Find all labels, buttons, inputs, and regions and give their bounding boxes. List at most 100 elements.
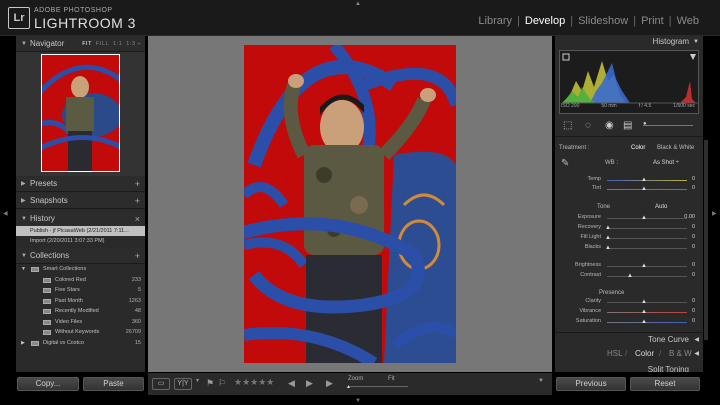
saturation-slider[interactable]: Saturation ▲ 0 [559, 318, 699, 327]
slider-knob[interactable]: ▲ [605, 225, 611, 231]
collection-item[interactable]: Colored Red 233 [16, 275, 145, 286]
bw-tab[interactable]: B & W [669, 347, 692, 361]
collections-header[interactable]: ▼ Collections + [16, 248, 145, 264]
zoom-slider-track[interactable] [348, 386, 408, 387]
fill-light-slider[interactable]: Fill Light ▲ 0 [559, 234, 699, 243]
loupe-view-button[interactable]: ▭ [152, 378, 170, 390]
collection-set-icon [31, 340, 39, 346]
snapshots-header[interactable]: ▶ Snapshots + [16, 193, 145, 209]
exposure-slider[interactable]: Exposure ▲ 0.00 [559, 214, 699, 223]
crop-tool-icon[interactable]: ⬚ [563, 120, 572, 131]
navigator-thumbnail[interactable] [41, 54, 120, 172]
navigator-header[interactable]: ▼ Navigator FIT FILL 1:1 1:3 ÷ [16, 36, 145, 52]
right-panel-scrollbar[interactable] [704, 140, 708, 340]
color-tab[interactable]: Color [635, 347, 654, 361]
treatment-bw-option[interactable]: Black & White [657, 145, 694, 151]
brush-slider[interactable] [643, 125, 693, 126]
treatment-color-option[interactable]: Color [631, 145, 645, 151]
temp-slider[interactable]: Temp ▲ 0 [559, 176, 699, 185]
slider-knob[interactable]: ▲ [641, 263, 647, 269]
blacks-slider[interactable]: Blacks ▲ 0 [559, 244, 699, 253]
collection-item[interactable]: Five Stars 5 [16, 285, 145, 296]
collection-item[interactable]: Video Files 360 [16, 317, 145, 328]
toolbar-menu-arrow-icon[interactable]: ▼ [538, 378, 544, 384]
tint-slider[interactable]: Tint ▲ 0 [559, 185, 699, 194]
clarity-slider[interactable]: Clarity ▲ 0 [559, 298, 699, 307]
module-library[interactable]: Library [475, 15, 515, 27]
collapse-left-arrow-icon[interactable]: ◀ [3, 210, 8, 217]
module-print[interactable]: Print [638, 15, 667, 27]
module-develop[interactable]: Develop [522, 15, 568, 27]
history-item[interactable]: Publish - jf PicasaWeb (2/21/2011 7:11..… [16, 226, 145, 236]
slider-knob[interactable]: ▲ [641, 319, 647, 325]
red-eye-icon[interactable]: ◉ [605, 120, 614, 131]
star-rating[interactable]: ★★★★★ [234, 377, 274, 388]
add-collection-icon[interactable]: + [135, 248, 140, 264]
hsl-tab[interactable]: HSL [607, 347, 623, 361]
adjustment-brush-icon[interactable]: ● [643, 121, 647, 127]
slider-knob[interactable]: ▲ [605, 235, 611, 241]
slider-knob[interactable]: ▲ [641, 186, 647, 192]
collapse-triangle-icon: ▼ [21, 253, 27, 259]
before-after-button[interactable]: Y|Y [174, 378, 192, 390]
collapse-right-arrow-icon[interactable]: ▶ [712, 210, 717, 217]
split-toning-header[interactable]: Split Toning [555, 363, 703, 372]
clear-history-icon[interactable]: × [135, 211, 140, 227]
smart-collection-icon [43, 298, 51, 304]
smart-collections-group[interactable]: ▼ Smart Collections [16, 264, 145, 275]
module-slideshow[interactable]: Slideshow [575, 15, 631, 27]
vibrance-slider[interactable]: Vibrance ▲ 0 [559, 308, 699, 317]
previous-settings-button[interactable]: Previous [556, 377, 626, 391]
module-web[interactable]: Web [674, 15, 702, 27]
history-header[interactable]: ▼ History × [16, 211, 145, 227]
graduated-filter-icon[interactable]: ▤ [623, 120, 632, 131]
brand-title: LIGHTROOM 3 [34, 15, 136, 31]
slider-knob[interactable]: ▲ [641, 177, 647, 183]
collapse-bottom-arrow-icon[interactable]: ▼ [355, 398, 361, 404]
contrast-slider[interactable]: Contrast ▲ 0 [559, 272, 699, 281]
add-preset-icon[interactable]: + [135, 176, 140, 192]
navigator-zoom-options[interactable]: FIT FILL 1:1 1:3 ÷ [82, 36, 141, 52]
zoom-slider-knob[interactable]: ▲ [346, 384, 351, 390]
flag-icon[interactable]: ⚑ [206, 378, 214, 389]
white-balance-picker-icon[interactable]: ✎ [561, 158, 569, 169]
next-photo-icon[interactable]: ▶ [306, 378, 313, 389]
image-canvas[interactable] [148, 36, 552, 372]
slider-knob[interactable]: ▲ [641, 309, 647, 315]
reset-settings-button[interactable]: Reset [630, 377, 700, 391]
wb-select[interactable]: As Shot ÷ [653, 160, 679, 166]
smart-collection-icon [43, 319, 51, 325]
recovery-slider[interactable]: Recovery ▲ 0 [559, 224, 699, 233]
slider-knob[interactable]: ▲ [605, 245, 611, 251]
collapse-top-arrow-icon[interactable]: ▲ [355, 1, 361, 7]
presets-header[interactable]: ▶ Presets + [16, 176, 145, 192]
slider-knob[interactable]: ▲ [627, 273, 633, 279]
previous-photo-icon[interactable]: ◀ [288, 378, 295, 389]
collection-item[interactable]: Past Month 1263 [16, 296, 145, 307]
navigator-preview[interactable] [16, 52, 145, 176]
collection-item[interactable]: Recently Modified 48 [16, 306, 145, 317]
expand-triangle-icon: ◀ [694, 337, 699, 343]
reject-flag-icon[interactable]: ⚐ [218, 378, 226, 389]
add-snapshot-icon[interactable]: + [135, 193, 140, 209]
play-icon[interactable]: ▶ [326, 378, 333, 389]
main-photo[interactable] [244, 45, 456, 363]
auto-tone-button[interactable]: Auto [655, 204, 667, 210]
hsl-header[interactable]: HSL / Color / B & W ◀ [555, 347, 703, 361]
slider-knob[interactable]: ▲ [641, 215, 647, 221]
spot-removal-icon[interactable]: ◌ [585, 120, 591, 131]
brightness-slider[interactable]: Brightness ▲ 0 [559, 262, 699, 271]
collection-item[interactable]: ▶ Digital vs Costco 15 [16, 338, 145, 349]
histogram-metadata: ISO 200 50 mm f / 4.5 1/500 sec [561, 103, 695, 109]
paste-settings-button[interactable]: Paste [83, 377, 144, 391]
histogram-header[interactable]: Histogram ▼ [555, 36, 703, 48]
tone-curve-header[interactable]: Tone Curve ◀ [555, 333, 703, 347]
tone-label: Tone [597, 204, 611, 210]
copy-settings-button[interactable]: Copy... [17, 377, 79, 391]
collection-item[interactable]: Without Keywords 26709 [16, 327, 145, 338]
dropdown-arrow-icon[interactable]: ▾ [196, 377, 199, 384]
zoom-label: Zoom [348, 376, 364, 382]
history-item[interactable]: Import (2/20/2011 3:07:33 PM) [16, 236, 145, 246]
collapse-triangle-icon: ▼ [693, 39, 699, 45]
slider-knob[interactable]: ▲ [641, 299, 647, 305]
